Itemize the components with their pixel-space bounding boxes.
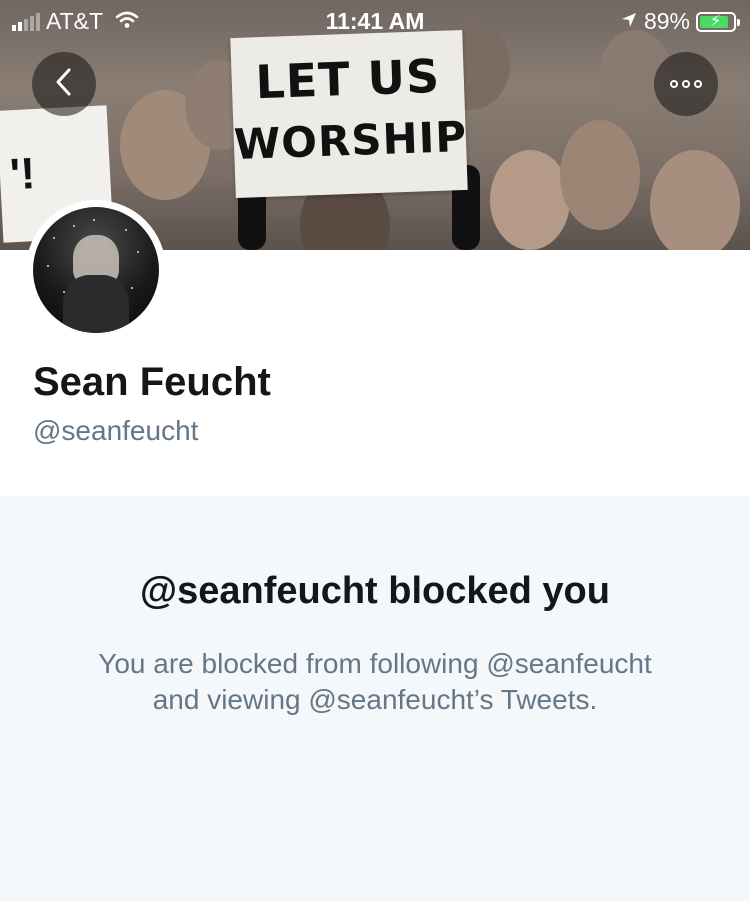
crowd-figure (560, 120, 640, 230)
ellipsis-icon (670, 80, 702, 88)
blocked-description-line: You are blocked from following @seanfeuc… (98, 648, 652, 679)
profile-display-name: Sean Feucht (33, 360, 271, 404)
avatar (33, 207, 159, 333)
crowd-figure (650, 150, 740, 250)
blocked-title: @seanfeucht blocked you (140, 570, 610, 612)
status-bar: AT&T 11:41 AM 89% ⚡ (0, 0, 750, 40)
banner-sign-line: WORSHIP (233, 111, 468, 170)
battery-percent: 89% (643, 8, 690, 34)
location-arrow-icon (620, 8, 638, 35)
battery-icon: ⚡ (696, 11, 740, 32)
more-options-button[interactable] (654, 52, 718, 116)
banner-sign-main: LET US WORSHIP (230, 30, 468, 198)
chevron-left-icon (53, 67, 75, 102)
avatar-figure-body (63, 275, 129, 333)
back-button[interactable] (32, 52, 96, 116)
blocked-description: You are blocked from following @seanfeuc… (60, 646, 690, 718)
avatar-ring[interactable] (26, 200, 166, 340)
blocked-notice-panel: @seanfeucht blocked you You are blocked … (0, 496, 750, 901)
profile-handle: @seanfeucht (33, 415, 199, 446)
blocked-description-line: and viewing @seanfeucht’s Tweets. (152, 684, 598, 715)
crowd-figure (490, 150, 570, 250)
banner-sign-line: LET US (254, 48, 441, 110)
